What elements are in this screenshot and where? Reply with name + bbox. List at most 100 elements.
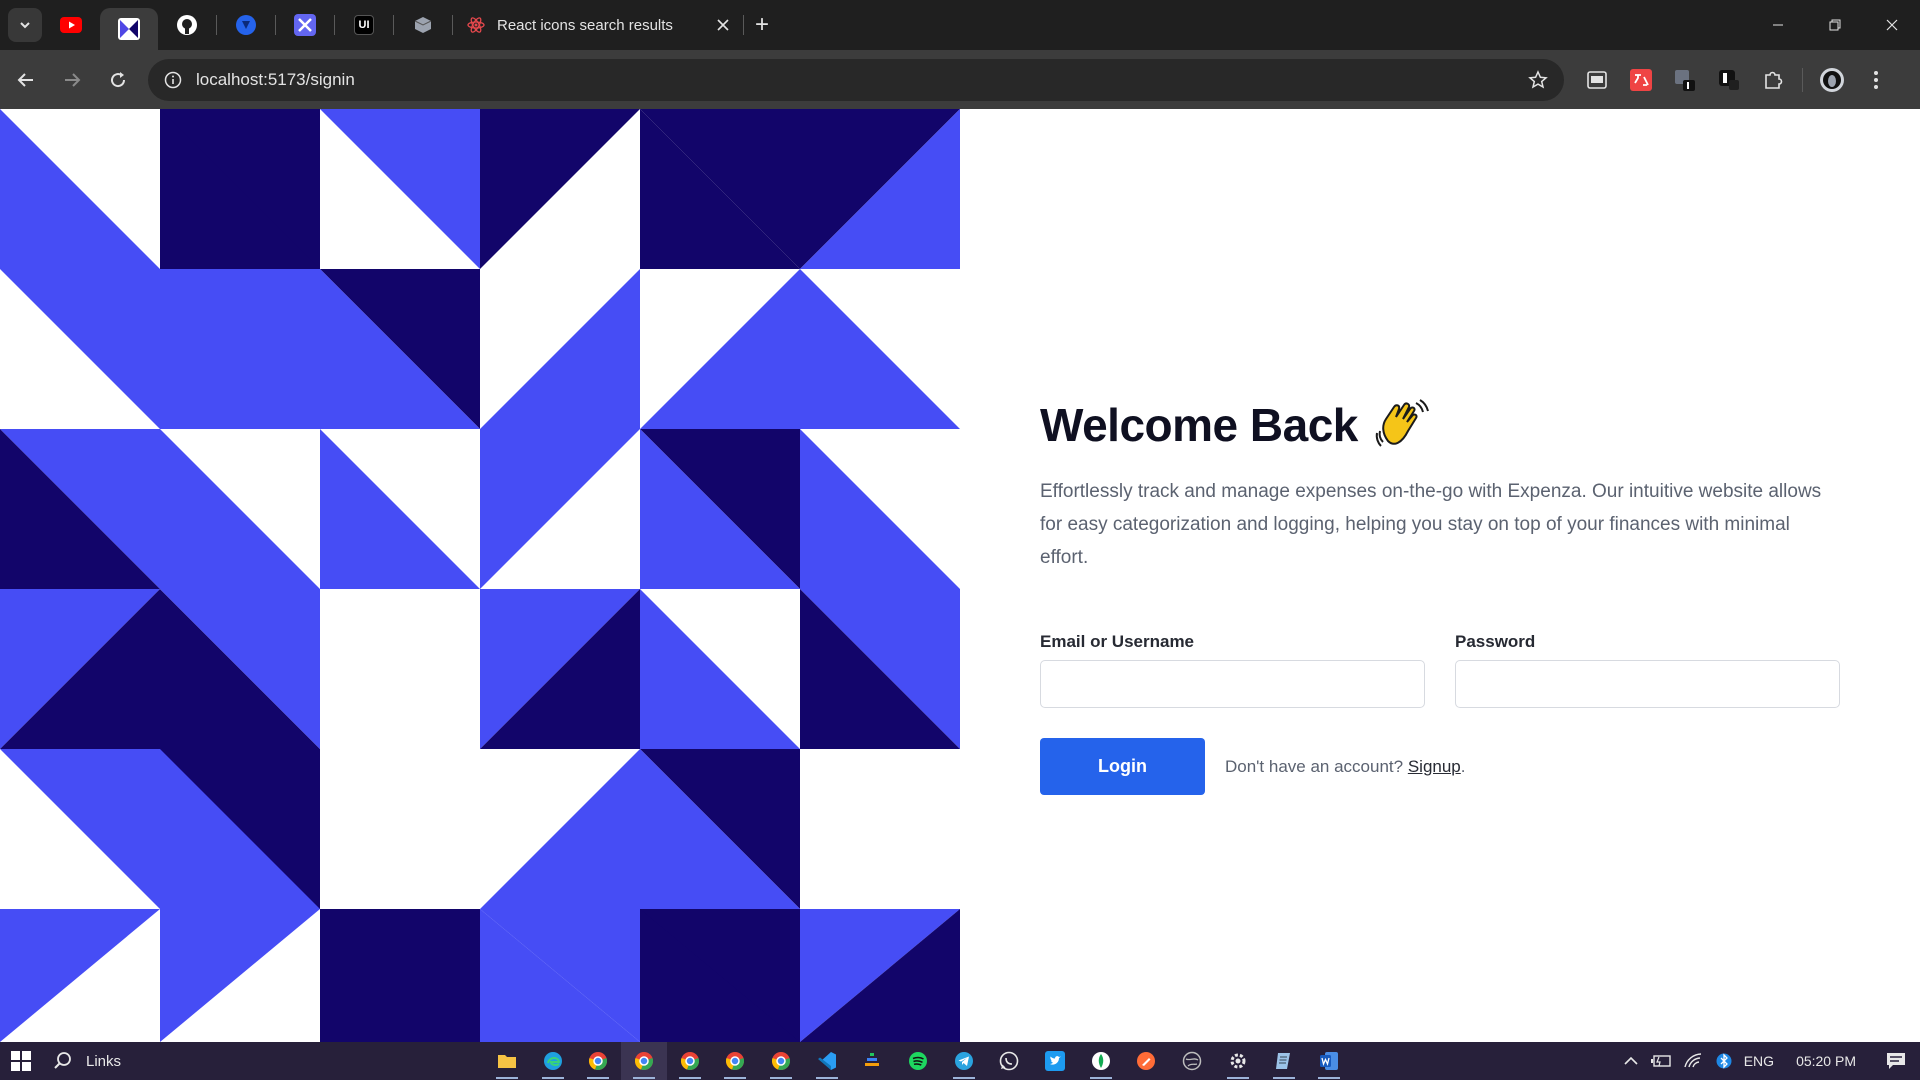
- email-field[interactable]: [1040, 660, 1425, 708]
- search-icon: [54, 1052, 71, 1069]
- chrome-icon: [771, 1052, 790, 1071]
- signup-prompt: Don't have an account? Signup.: [1225, 757, 1466, 777]
- restore-button[interactable]: [1806, 0, 1863, 50]
- tray-wifi[interactable]: [1678, 1042, 1710, 1080]
- url-text[interactable]: localhost:5173/signin: [196, 70, 1528, 90]
- browser-menu-button[interactable]: [1861, 65, 1891, 95]
- close-icon[interactable]: [717, 19, 729, 31]
- taskbar-app-circle[interactable]: [1169, 1042, 1215, 1080]
- forward-button[interactable]: [52, 60, 92, 100]
- chrome-icon: [589, 1052, 608, 1071]
- password-field-group: Password: [1455, 632, 1840, 708]
- react-icon: [467, 17, 485, 33]
- wifi-icon: [1684, 1053, 1701, 1068]
- taskbar-app-edge[interactable]: [530, 1042, 576, 1080]
- info-icon[interactable]: [164, 71, 182, 89]
- bluetooth-icon: [1716, 1053, 1732, 1069]
- taskbar-app-telegram[interactable]: [941, 1042, 987, 1080]
- taskbar-app-vscode[interactable]: [804, 1042, 850, 1080]
- email-label: Email or Username: [1040, 632, 1195, 651]
- taskbar-app-chrome-5[interactable]: [758, 1042, 804, 1080]
- pinned-tab-youtube[interactable]: [42, 5, 100, 45]
- arrow-right-icon: [65, 72, 81, 87]
- battery-icon: [1650, 1055, 1671, 1067]
- pinned-tab-blue-app[interactable]: [217, 5, 275, 45]
- taskbar-app-stack[interactable]: [850, 1042, 896, 1080]
- pinned-tab-ui[interactable]: UI: [335, 5, 393, 45]
- tray-language[interactable]: ENG: [1738, 1042, 1780, 1080]
- github-icon: [177, 15, 197, 35]
- taskbar-app-word[interactable]: [1306, 1042, 1352, 1080]
- telegram-icon: [954, 1052, 973, 1070]
- heading-row: Welcome Back: [1040, 397, 1840, 453]
- notification-center-button[interactable]: [1872, 1042, 1920, 1080]
- blue-app-icon: [236, 15, 256, 35]
- tab-search-button[interactable]: [8, 8, 42, 42]
- profile-avatar[interactable]: [1817, 65, 1847, 95]
- password-label: Password: [1455, 632, 1536, 651]
- taskbar-app-whatsapp[interactable]: [987, 1042, 1033, 1080]
- taskbar-app-spotify[interactable]: [895, 1042, 941, 1080]
- pinned-tab-cube[interactable]: [394, 5, 452, 45]
- whatsapp-icon: [1000, 1051, 1019, 1071]
- tray-bluetooth[interactable]: [1710, 1042, 1738, 1080]
- reload-button[interactable]: [98, 60, 138, 100]
- extension-red[interactable]: [1626, 65, 1656, 95]
- extension-badge[interactable]: [1670, 65, 1700, 95]
- page-title: Welcome Back: [1040, 399, 1358, 451]
- taskbar-app-chrome-4[interactable]: [712, 1042, 758, 1080]
- taskbar-search[interactable]: Links: [54, 1052, 121, 1070]
- taskbar-app-postman[interactable]: [1124, 1042, 1170, 1080]
- extension-dark[interactable]: [1714, 65, 1744, 95]
- extensions-button[interactable]: [1758, 65, 1788, 95]
- login-button[interactable]: Login: [1040, 738, 1205, 795]
- taskbar-app-chrome-3[interactable]: [667, 1042, 713, 1080]
- star-icon[interactable]: [1528, 69, 1548, 90]
- new-tab-button[interactable]: +: [744, 7, 780, 43]
- taskbar-search-label: Links: [86, 1052, 122, 1070]
- tab-react-icons[interactable]: React icons search results: [453, 5, 743, 45]
- taskbar-app-mongodb[interactable]: [1078, 1042, 1124, 1080]
- close-window-button[interactable]: [1863, 0, 1920, 50]
- pinned-tab-active[interactable]: [100, 8, 158, 50]
- reload-icon: [111, 71, 126, 87]
- puzzle-icon: [1765, 71, 1783, 89]
- start-button[interactable]: [0, 1042, 42, 1080]
- taskbar-app-settings[interactable]: [1215, 1042, 1261, 1080]
- window-controls: [1749, 0, 1920, 50]
- taskbar-app-chrome-1[interactable]: [575, 1042, 621, 1080]
- address-bar[interactable]: localhost:5173/signin: [148, 58, 1564, 101]
- minimize-button[interactable]: [1749, 0, 1806, 50]
- taskbar-apps: [484, 1042, 1352, 1080]
- form-actions: Login Don't have an account? Signup.: [1040, 738, 1840, 795]
- folder-icon: [497, 1055, 516, 1068]
- chevron-down-icon: [20, 22, 30, 29]
- back-button[interactable]: [6, 60, 46, 100]
- close-icon: [1886, 19, 1897, 31]
- extension-picture-in-picture[interactable]: [1582, 65, 1612, 95]
- tray-clock[interactable]: 05:20 PM: [1780, 1042, 1872, 1080]
- tray-overflow[interactable]: [1618, 1042, 1644, 1080]
- waving-hand-icon: [1375, 399, 1429, 447]
- taskbar-app-file-explorer[interactable]: [484, 1042, 530, 1080]
- signin-panel: Welcome Back Effortlessly track and mana…: [1040, 397, 1840, 795]
- picture-in-picture-icon: [1587, 70, 1607, 89]
- cube-icon: [414, 17, 432, 33]
- tab-title: React icons search results: [497, 16, 673, 34]
- tray-battery[interactable]: [1644, 1042, 1678, 1080]
- avatar-icon: [1820, 67, 1844, 92]
- password-field[interactable]: [1455, 660, 1840, 708]
- page-description: Effortlessly track and manage expenses o…: [1040, 481, 1822, 568]
- pinned-tab-tools[interactable]: [276, 5, 334, 45]
- twitter-icon: [1045, 1051, 1066, 1071]
- circle-app-icon: [1182, 1051, 1202, 1071]
- notification-icon: [1887, 1053, 1905, 1069]
- signup-link[interactable]: Signup: [1408, 757, 1461, 776]
- email-field-group: Email or Username: [1040, 632, 1425, 708]
- taskbar-app-chrome-2[interactable]: [621, 1042, 667, 1080]
- pinned-tab-github[interactable]: [158, 5, 216, 45]
- notepad-icon: [1275, 1053, 1290, 1069]
- taskbar-app-twitter[interactable]: [1032, 1042, 1078, 1080]
- gear-icon: [1230, 1053, 1246, 1069]
- taskbar-app-notepad[interactable]: [1261, 1042, 1307, 1080]
